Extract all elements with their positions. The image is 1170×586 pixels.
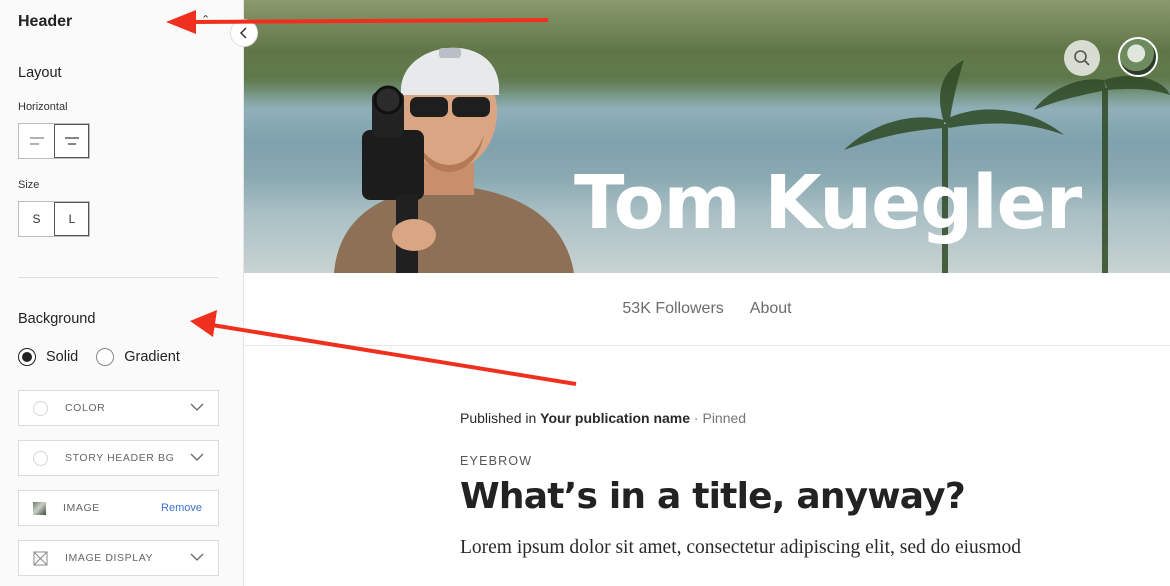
- color-field-label: COLOR: [65, 402, 106, 414]
- story-header-bg-field[interactable]: STORY HEADER BG: [18, 440, 219, 476]
- size-toggle: S L: [18, 201, 90, 237]
- publication-link[interactable]: Your publication name: [540, 410, 690, 426]
- color-swatch-icon: [33, 450, 48, 466]
- image-field-label: IMAGE: [63, 502, 100, 514]
- background-type-radio-group: Solid Gradient: [18, 348, 198, 366]
- horizontal-label: Horizontal: [18, 101, 68, 113]
- size-label: Size: [18, 179, 40, 191]
- post-excerpt: Lorem ipsum dolor sit amet, consectetur …: [460, 537, 1022, 558]
- align-center-option[interactable]: [54, 124, 89, 158]
- chevron-down-icon: [190, 553, 204, 561]
- about-link[interactable]: About: [750, 300, 792, 318]
- story-header-bg-label: STORY HEADER BG: [65, 452, 175, 464]
- collapse-sidebar-button[interactable]: [230, 19, 258, 47]
- sidebar-title: Header: [18, 13, 73, 30]
- image-placeholder-icon: [33, 551, 48, 565]
- align-left-icon: [29, 137, 44, 145]
- image-display-field[interactable]: IMAGE DISPLAY: [18, 540, 219, 576]
- publication-line: Published in Your publication name · Pin…: [460, 410, 1160, 426]
- size-large-option[interactable]: L: [54, 202, 89, 236]
- chevron-up-icon[interactable]: ⌃: [201, 13, 210, 26]
- header-image: Tom Kuegler: [244, 0, 1170, 273]
- profile-nav: 53K Followers About: [244, 273, 1170, 346]
- pinned-post: Published in Your publication name · Pin…: [460, 410, 1160, 559]
- section-divider: [18, 277, 218, 278]
- radio-gradient-indicator[interactable]: [96, 348, 115, 366]
- remove-image-link[interactable]: Remove: [161, 502, 202, 514]
- image-thumbnail-icon: [33, 501, 46, 515]
- radio-gradient[interactable]: Gradient: [96, 348, 180, 366]
- color-picker-field[interactable]: COLOR: [18, 390, 219, 426]
- layout-heading: Layout: [18, 65, 62, 81]
- followers-link[interactable]: 53K Followers: [622, 300, 723, 318]
- color-swatch-icon: [33, 400, 48, 416]
- chevron-left-icon: [239, 27, 247, 39]
- avatar[interactable]: [1118, 37, 1158, 77]
- radio-solid-label: Solid: [46, 349, 79, 365]
- align-center-icon: [65, 137, 79, 145]
- image-display-label: IMAGE DISPLAY: [65, 552, 154, 564]
- radio-solid-indicator[interactable]: [18, 348, 36, 366]
- pinned-label: · Pinned: [690, 410, 747, 426]
- radio-gradient-label: Gradient: [124, 349, 180, 365]
- chevron-down-icon: [190, 453, 204, 461]
- horizontal-alignment-toggle: [18, 123, 90, 159]
- header-settings-sidebar: Header ⌃ Layout Horizontal Size S L Back…: [0, 0, 244, 586]
- chevron-down-icon: [190, 403, 204, 411]
- profile-name: Tom Kuegler: [574, 160, 1082, 246]
- background-heading: Background: [18, 311, 96, 327]
- search-button[interactable]: [1064, 40, 1100, 76]
- radio-solid[interactable]: Solid: [18, 348, 78, 366]
- post-title[interactable]: What’s in a title, anyway?: [460, 476, 1160, 517]
- search-icon: [1074, 50, 1090, 66]
- align-left-option[interactable]: [19, 124, 54, 158]
- published-prefix: Published in: [460, 410, 541, 426]
- image-field: IMAGE Remove: [18, 490, 219, 526]
- size-small-option[interactable]: S: [19, 202, 54, 236]
- post-eyebrow: EYEBROW: [460, 454, 533, 468]
